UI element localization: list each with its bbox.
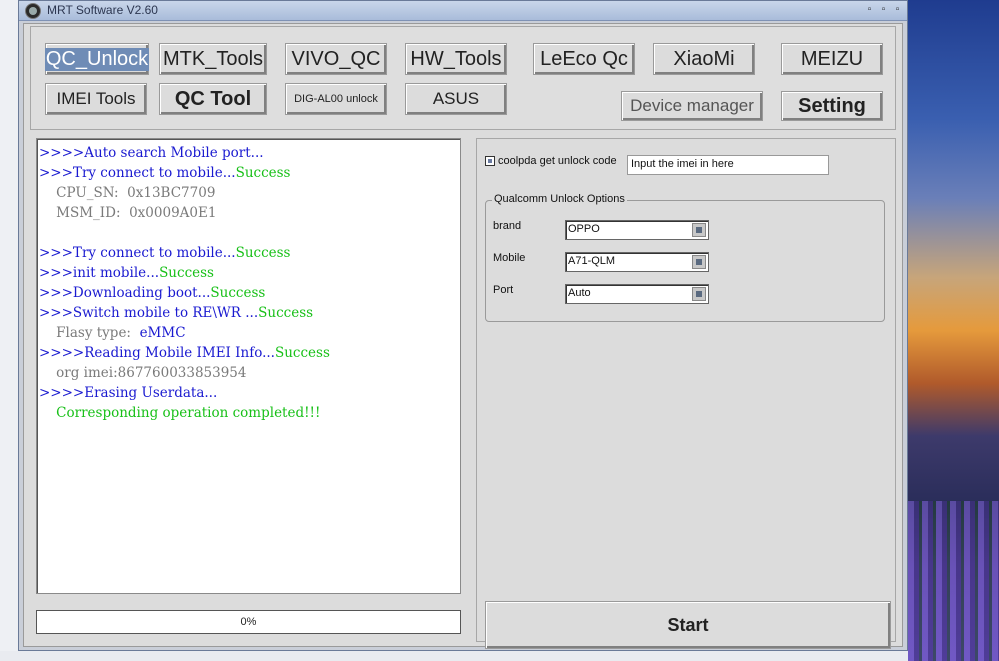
log-line: Flasy type: eMMC	[39, 323, 458, 343]
log-status: Success	[159, 265, 214, 281]
imei-tools-button[interactable]: IMEI Tools	[45, 83, 147, 115]
maximize-icon[interactable]: ▫	[879, 5, 888, 15]
log-line: >>>Downloading boot...Success	[39, 283, 458, 303]
title-bar[interactable]: MRT Software V2.60 ▫ ▫ ▫	[19, 1, 907, 21]
minimize-icon[interactable]: ▫	[865, 5, 874, 15]
log-status: Success	[274, 345, 330, 361]
dropdown-arrow-icon[interactable]	[692, 287, 706, 301]
background-window-edge	[0, 0, 19, 661]
hw-tools-button[interactable]: HW_Tools	[405, 43, 507, 75]
log-line: >>>Switch mobile to RE\WR ...Success	[39, 303, 458, 323]
log-text: >>>Downloading boot...	[39, 285, 211, 301]
log-line: >>>Try connect to mobile...Success	[39, 243, 458, 263]
log-text: org imei:867760033853954	[39, 365, 247, 381]
log-text: Flasy type:	[39, 325, 140, 341]
client-area: QC_Unlock MTK_Tools VIVO_QC HW_Tools LeE…	[23, 23, 903, 649]
qc-unlock-button[interactable]: QC_Unlock	[44, 43, 150, 75]
coolpda-checkbox[interactable]	[485, 156, 495, 166]
log-text: >>>init mobile...	[39, 265, 160, 281]
app-icon	[25, 3, 41, 19]
log-text: >>>>Reading Mobile IMEI Info...	[39, 345, 275, 361]
dropdown-arrow-icon[interactable]	[692, 255, 706, 269]
dig-al00-unlock-button[interactable]: DIG-AL00 unlock	[285, 83, 387, 115]
log-line: Corresponding operation completed!!!	[39, 403, 458, 423]
log-status: Corresponding operation completed!!!	[39, 405, 321, 421]
log-text: CPU_SN: 0x13BC7709	[39, 185, 216, 201]
qc-tool-button[interactable]: QC Tool	[159, 83, 267, 115]
log-line: >>>>Auto search Mobile port...	[39, 143, 458, 163]
log-status: Success	[235, 245, 291, 261]
log-text: >>>Try connect to mobile...	[39, 245, 236, 261]
log-text: MSM_ID: 0x0009A0E1	[39, 205, 217, 221]
leeco-qc-button[interactable]: LeEco Qc	[533, 43, 635, 75]
dropdown-arrow-icon[interactable]	[692, 223, 706, 237]
log-status: Success	[258, 305, 314, 321]
log-line: MSM_ID: 0x0009A0E1	[39, 203, 458, 223]
mobile-label: Mobile	[493, 252, 526, 264]
brand-value: OPPO	[568, 223, 600, 235]
close-icon[interactable]: ▫	[893, 5, 902, 15]
port-value: Auto	[568, 287, 591, 299]
mobile-value: A71-QLM	[568, 255, 616, 267]
log-text: >>>>Auto search Mobile port...	[39, 145, 264, 161]
background-window-bottom	[0, 651, 908, 661]
brand-label: brand	[493, 220, 522, 232]
log-line: >>>>Reading Mobile IMEI Info...Success	[39, 343, 458, 363]
imei-input[interactable]: Input the imei in here	[627, 155, 829, 175]
tool-buttons-panel: QC_Unlock MTK_Tools VIVO_QC HW_Tools LeE…	[30, 26, 896, 130]
log-status: Success	[210, 285, 266, 301]
log-text: >>>Switch mobile to RE\WR ...	[39, 305, 259, 321]
vivo-qc-button[interactable]: VIVO_QC	[285, 43, 387, 75]
mobile-select[interactable]: A71-QLM	[565, 252, 709, 272]
log-status: Success	[235, 165, 291, 181]
start-button[interactable]: Start	[485, 601, 891, 649]
coolpda-label: coolpda get unlock code	[498, 155, 617, 167]
setting-button[interactable]: Setting	[781, 91, 883, 121]
progress-label: 0%	[240, 616, 257, 628]
desktop-wallpaper	[908, 0, 999, 661]
progress-bar: 0%	[36, 610, 461, 634]
log-text: >>>>Erasing Userdata...	[39, 385, 218, 401]
meizu-button[interactable]: MEIZU	[781, 43, 883, 75]
qualcomm-options-group: Qualcomm Unlock Options brand OPPO Mobil…	[485, 193, 885, 322]
app-window: MRT Software V2.60 ▫ ▫ ▫ QC_Unlock MTK_T…	[18, 0, 908, 651]
xiaomi-button[interactable]: XiaoMi	[653, 43, 755, 75]
mtk-tools-button[interactable]: MTK_Tools	[159, 43, 267, 75]
log-line: CPU_SN: 0x13BC7709	[39, 183, 458, 203]
device-manager-button[interactable]: Device manager	[621, 91, 763, 121]
log-status: eMMC	[139, 325, 186, 341]
unlock-settings-panel: coolpda get unlock code Input the imei i…	[476, 138, 896, 649]
log-text: >>>Try connect to mobile...	[39, 165, 236, 181]
log-line: >>>>Erasing Userdata...	[39, 383, 458, 403]
log-line: org imei:867760033853954	[39, 363, 458, 383]
log-output[interactable]: >>>>Auto search Mobile port... >>>Try con…	[36, 138, 461, 594]
port-label: Port	[493, 284, 514, 296]
log-line: >>>init mobile...Success	[39, 263, 458, 283]
asus-button[interactable]: ASUS	[405, 83, 507, 115]
log-line: >>>Try connect to mobile...Success	[39, 163, 458, 183]
brand-select[interactable]: OPPO	[565, 220, 709, 240]
port-select[interactable]: Auto	[565, 284, 709, 304]
window-title: MRT Software V2.60	[47, 3, 158, 17]
group-label: Qualcomm Unlock Options	[492, 193, 627, 205]
